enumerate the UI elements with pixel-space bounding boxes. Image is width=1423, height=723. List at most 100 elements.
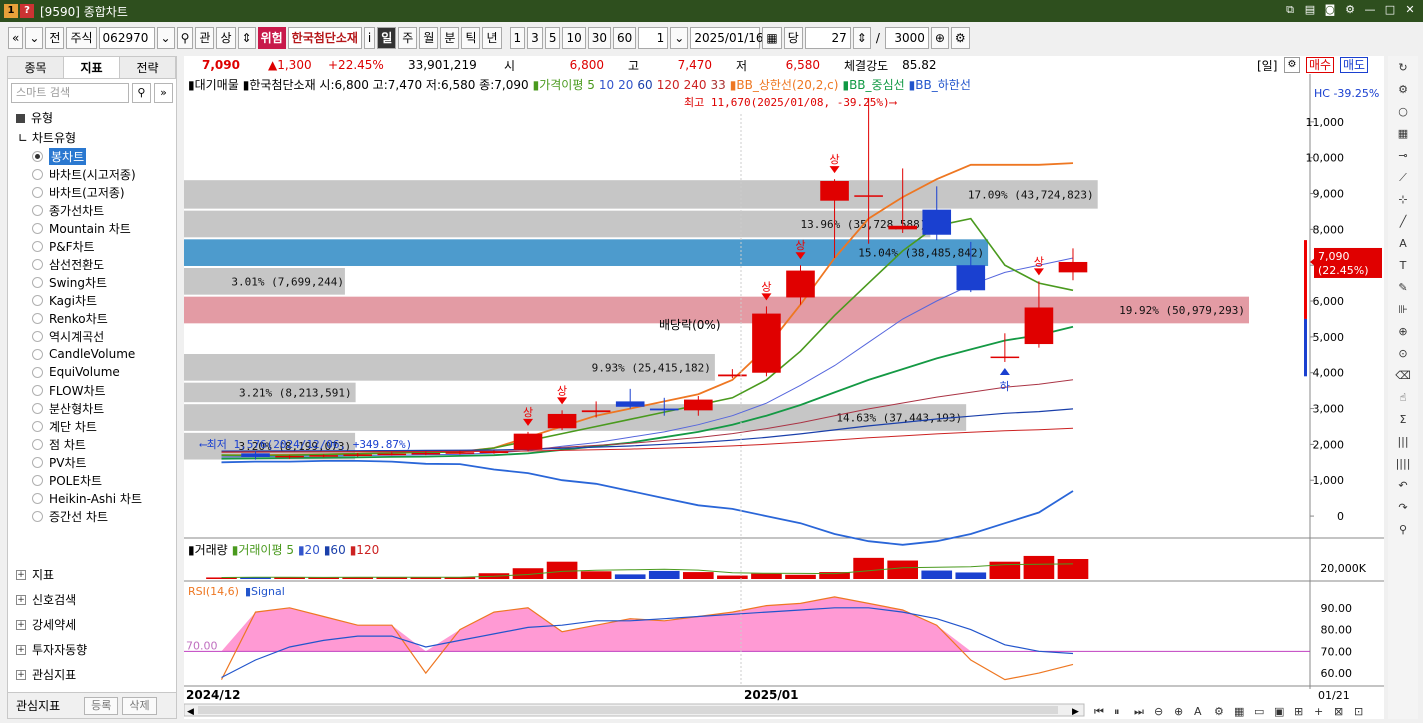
radio-icon[interactable]	[32, 186, 43, 198]
radio-icon[interactable]	[32, 150, 43, 162]
left-tab-2[interactable]: 전략	[120, 57, 176, 78]
gear-icon[interactable]: ⚙	[1284, 57, 1300, 73]
tick-30[interactable]: 30	[587, 27, 612, 49]
settings-icon[interactable]: ⚙	[950, 27, 970, 49]
fib-icon[interactable]: Σ	[1392, 410, 1414, 430]
price-chart[interactable]: ▮대기매물 ▮한국첨단소재 시:6,800 고:7,470 저:6,580 종:7…	[184, 74, 1384, 719]
radio-icon[interactable]	[32, 204, 43, 216]
expand-icon[interactable]: »	[153, 83, 173, 103]
chart-type-item[interactable]: 점 차트	[8, 435, 176, 453]
expand-plus-icon[interactable]: +	[16, 595, 26, 605]
radio-icon[interactable]	[32, 168, 43, 180]
tick-60[interactable]: 60	[613, 27, 637, 49]
market-select[interactable]: 주식	[66, 27, 97, 49]
tree-item[interactable]: + 관심지표	[8, 663, 176, 687]
left-tab-1[interactable]: 지표	[64, 57, 120, 78]
fav-delete-button[interactable]: 삭제	[122, 696, 157, 715]
tree-item[interactable]: + 지표	[8, 563, 176, 587]
radio-icon[interactable]	[32, 240, 43, 252]
tick-3[interactable]: 3	[527, 27, 543, 49]
gwan-button[interactable]: 관	[195, 27, 215, 49]
radio-icon[interactable]	[32, 294, 43, 306]
radio-icon[interactable]	[32, 492, 43, 504]
magnifier-icon[interactable]: ⊕	[1392, 322, 1414, 342]
auto-icon[interactable]: A	[1392, 234, 1414, 254]
erase-icon[interactable]: ⌫	[1392, 366, 1414, 386]
radio-icon[interactable]	[32, 384, 43, 396]
fav-add-button[interactable]: 등록	[84, 696, 119, 715]
tree-item[interactable]: + 신호검색	[8, 588, 176, 612]
chart-type-item[interactable]: POLE차트	[8, 471, 176, 489]
radio-icon[interactable]	[32, 420, 43, 432]
close-icon[interactable]: ✕	[1403, 3, 1417, 17]
chart-type-item[interactable]: 증간선 차트	[8, 507, 176, 525]
tree-item[interactable]: + 투자자동향	[8, 638, 176, 662]
gear-icon[interactable]: ⚙	[1343, 3, 1357, 17]
help-icon[interactable]: ?	[20, 4, 34, 18]
info-button[interactable]: i	[363, 27, 376, 49]
chart-type-item[interactable]: 바차트(시고저종)	[8, 165, 176, 183]
chart-type-item[interactable]: 봉차트	[8, 147, 176, 165]
sell-button[interactable]: 매도	[1340, 57, 1369, 73]
print-icon[interactable]: ▤	[1303, 3, 1317, 17]
count-input[interactable]: 1	[638, 27, 669, 49]
line-icon[interactable]: ⊸	[1392, 146, 1414, 166]
period-2[interactable]: 월	[419, 27, 439, 49]
smart-search-input[interactable]: 스마트 검색	[11, 83, 129, 103]
chart-type-item[interactable]: Mountain 차트	[8, 219, 176, 237]
radio-icon[interactable]	[32, 258, 43, 270]
chart-type-item[interactable]: 역시계곡선	[8, 327, 176, 345]
period-0[interactable]: 일	[377, 27, 397, 49]
radio-icon[interactable]	[32, 510, 43, 522]
total-input[interactable]: 3000	[884, 27, 929, 49]
chart-type-item[interactable]: Renko차트	[8, 309, 176, 327]
sang-button[interactable]: 상	[216, 27, 236, 49]
text-icon[interactable]: T	[1392, 256, 1414, 276]
search-icon[interactable]: ⚲	[1392, 520, 1414, 540]
period-4[interactable]: 틱	[461, 27, 481, 49]
chart-type-item[interactable]: EquiVolume	[8, 363, 176, 381]
calendar-icon[interactable]: ▦	[762, 27, 782, 49]
ray-icon[interactable]: ⊹	[1392, 190, 1414, 210]
radio-icon[interactable]	[32, 276, 43, 288]
chart-type-item[interactable]: P&F차트	[8, 237, 176, 255]
updown-spinner-icon[interactable]: ⇕	[237, 27, 256, 49]
maximize-icon[interactable]: □	[1383, 3, 1397, 17]
zoom-in-icon[interactable]: ⊕	[930, 27, 949, 49]
radio-icon[interactable]	[32, 438, 43, 450]
radio-icon[interactable]	[32, 402, 43, 414]
chart-type-item[interactable]: CandleVolume	[8, 345, 176, 363]
chart-icon[interactable]: ▦	[1392, 124, 1414, 144]
chart-type-item[interactable]: 종가선차트	[8, 201, 176, 219]
chart-type-item[interactable]: 삼선전환도	[8, 255, 176, 273]
tick-1[interactable]: 1	[509, 27, 526, 49]
chart-type-item[interactable]: FLOW차트	[8, 381, 176, 399]
chart-type-item[interactable]: Heikin-Ashi 차트	[8, 489, 176, 507]
period-1[interactable]: 주	[398, 27, 418, 49]
section-type[interactable]: 유형	[8, 107, 176, 129]
settings-icon[interactable]: ⚙	[1392, 80, 1414, 100]
radio-icon[interactable]	[32, 312, 43, 324]
chart-type-item[interactable]: 계단 차트	[8, 417, 176, 435]
code-dropdown-icon[interactable]: ⌄	[156, 27, 175, 49]
diag-icon[interactable]: ╱	[1392, 212, 1414, 232]
expand-plus-icon[interactable]: +	[16, 670, 26, 680]
all-button[interactable]: 전	[45, 27, 65, 49]
undo-icon[interactable]: ↶	[1392, 476, 1414, 496]
chart-type-item[interactable]: Swing차트	[8, 273, 176, 291]
vlines-icon[interactable]: |||	[1392, 432, 1414, 452]
chart-type-item[interactable]: 바차트(고저종)	[8, 183, 176, 201]
period-5[interactable]: 년	[482, 27, 502, 49]
expand-plus-icon[interactable]: +	[16, 620, 26, 630]
circle-icon[interactable]: ○	[1392, 102, 1414, 122]
radio-icon[interactable]	[32, 366, 43, 378]
radio-icon[interactable]	[32, 330, 43, 342]
buy-button[interactable]: 매수	[1306, 57, 1335, 73]
camera-icon[interactable]: ◙	[1323, 3, 1337, 17]
count-dropdown-icon[interactable]: ⌄	[670, 27, 689, 49]
search-icon[interactable]: ⚲	[131, 83, 151, 103]
pencil-icon[interactable]: ✎	[1392, 278, 1414, 298]
expand-plus-icon[interactable]: +	[16, 645, 26, 655]
chart-type-item[interactable]: Kagi차트	[8, 291, 176, 309]
expand-plus-icon[interactable]: +	[16, 570, 26, 580]
